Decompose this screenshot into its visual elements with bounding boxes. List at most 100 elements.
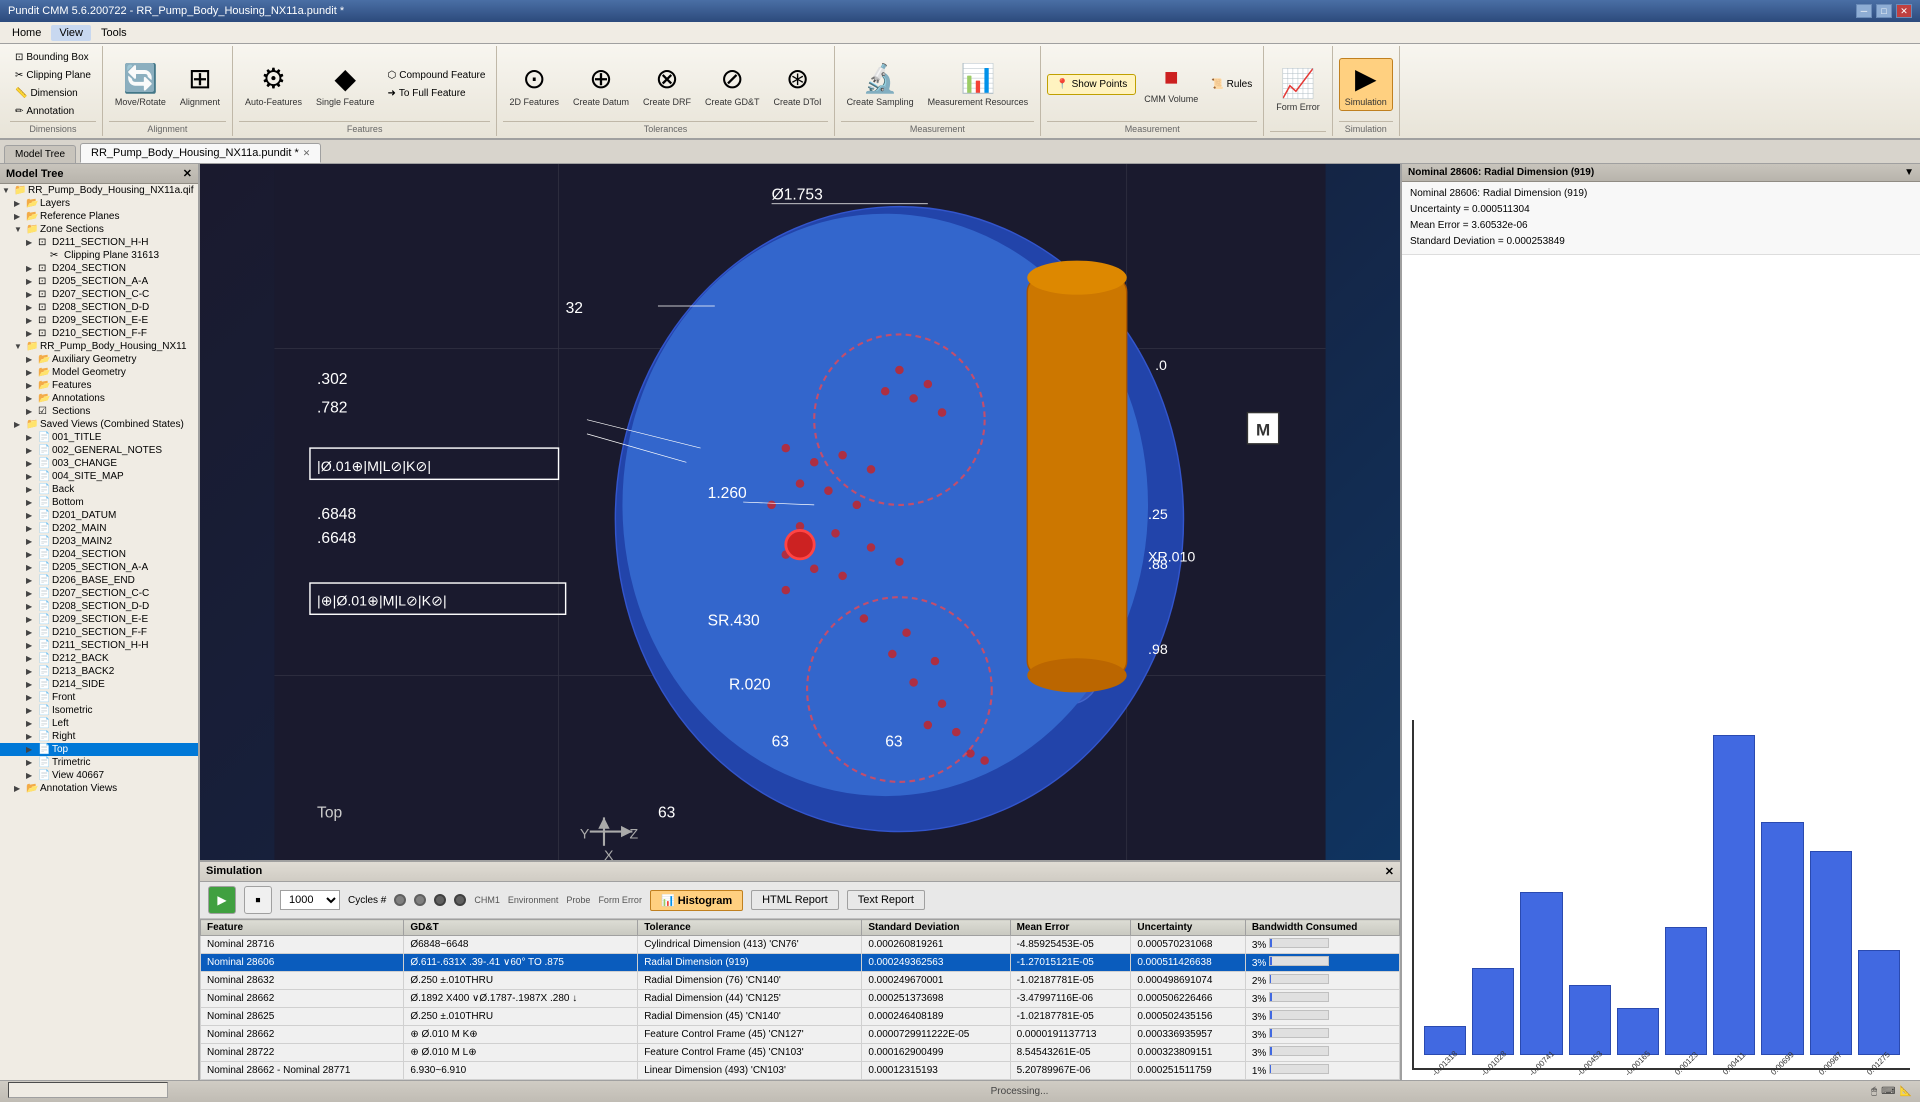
bounding-box-button[interactable]: ⊡ Bounding Box <box>10 49 96 66</box>
tree-item[interactable]: ✂Clipping Plane 31613 <box>0 249 198 262</box>
probe-indicator[interactable] <box>434 894 446 906</box>
tree-item[interactable]: ▶⊡D207_SECTION_C-C <box>0 288 198 301</box>
menu-view[interactable]: View <box>51 25 91 41</box>
to-full-feature-button[interactable]: ➜ To Full Feature <box>383 85 491 102</box>
histogram-bar[interactable] <box>1665 927 1707 1055</box>
table-row[interactable]: Nominal 28632Ø.250 ±.010THRURadial Dimen… <box>201 972 1400 990</box>
cmm-volume-button[interactable]: ■ CMM Volume <box>1138 60 1204 109</box>
window-controls[interactable]: ─ □ ✕ <box>1856 4 1912 18</box>
simulation-button[interactable]: ▶ Simulation <box>1339 58 1393 112</box>
tree-item[interactable]: ▶⊡D210_SECTION_F-F <box>0 327 198 340</box>
form-error-indicator[interactable] <box>454 894 466 906</box>
tree-item[interactable]: ▶📂Layers <box>0 197 198 210</box>
tree-item[interactable]: ▶⊡D204_SECTION <box>0 262 198 275</box>
histogram-bar[interactable] <box>1713 735 1755 1055</box>
tree-item[interactable]: ▶📂Annotations <box>0 392 198 405</box>
html-report-tab[interactable]: HTML Report <box>751 890 839 910</box>
tree-item[interactable]: ▶⊡D205_SECTION_A-A <box>0 275 198 288</box>
single-feature-button[interactable]: ◆ Single Feature <box>310 58 381 112</box>
environment-indicator[interactable] <box>414 894 426 906</box>
tree-item[interactable]: ▶📄D206_BASE_END <box>0 574 198 587</box>
tree-item[interactable]: ▶📄D213_BACK2 <box>0 665 198 678</box>
histogram-tab[interactable]: 📊 Histogram <box>650 890 743 911</box>
table-row[interactable]: Nominal 28662Ø.1892 X400 ∨Ø.1787-.1987X … <box>201 990 1400 1008</box>
tree-item[interactable]: ▶📁Saved Views (Combined States) <box>0 418 198 431</box>
tree-item[interactable]: ▼📁Zone Sections <box>0 223 198 236</box>
tree-item[interactable]: ▼📁RR_Pump_Body_Housing_NX11 <box>0 340 198 353</box>
chart-expand[interactable]: ▼ <box>1904 167 1914 178</box>
sim-cycles-input[interactable]: 1000 500 2000 <box>280 890 340 910</box>
tree-item[interactable]: ▶📄Left <box>0 717 198 730</box>
histogram-bar[interactable] <box>1424 1026 1466 1055</box>
tree-item[interactable]: ▶⊡D209_SECTION_E-E <box>0 314 198 327</box>
tree-item[interactable]: ▶📄D211_SECTION_H-H <box>0 639 198 652</box>
move-rotate-button[interactable]: 🔄 Move/Rotate <box>109 58 172 112</box>
simulation-close[interactable]: ✕ <box>1385 865 1394 878</box>
rules-button[interactable]: 📜 Rules <box>1206 76 1257 93</box>
tree-item[interactable]: ▶📄D208_SECTION_D-D <box>0 600 198 613</box>
histogram-bar[interactable] <box>1761 822 1803 1055</box>
clipping-plane-button[interactable]: ✂ Clipping Plane <box>10 67 96 84</box>
tree-item[interactable]: ▶📄D203_MAIN2 <box>0 535 198 548</box>
tree-item[interactable]: ▶📄Front <box>0 691 198 704</box>
create-sampling-button[interactable]: 🔬 Create Sampling <box>841 58 920 112</box>
close-button[interactable]: ✕ <box>1896 4 1912 18</box>
tree-item[interactable]: ▶📄D214_SIDE <box>0 678 198 691</box>
2d-features-button[interactable]: ⊙ 2D Features <box>503 58 565 112</box>
tree-item[interactable]: ▶⊡D208_SECTION_D-D <box>0 301 198 314</box>
create-dtoi-button[interactable]: ⊛ Create DToI <box>768 58 828 112</box>
tree-item[interactable]: ▶📂Auxiliary Geometry <box>0 353 198 366</box>
chm1-indicator[interactable] <box>394 894 406 906</box>
table-row[interactable]: Nominal 28662⊕ Ø.010 M K⊕Feature Control… <box>201 1026 1400 1044</box>
auto-features-button[interactable]: ⚙ Auto-Features <box>239 58 308 112</box>
sim-stop-button[interactable]: ⏹ <box>244 886 272 914</box>
measurement-resources-button[interactable]: 📊 Measurement Resources <box>922 58 1035 112</box>
tree-item[interactable]: ▶📄D205_SECTION_A-A <box>0 561 198 574</box>
table-row[interactable]: Nominal 28606Ø.611-.631X .39-.41 ∨60° TO… <box>201 954 1400 972</box>
histogram-bar[interactable] <box>1520 892 1562 1055</box>
menu-tools[interactable]: Tools <box>93 25 135 41</box>
model-tree-close[interactable]: ✕ <box>183 167 192 180</box>
tab-close-button[interactable]: ✕ <box>303 148 311 159</box>
tree-item[interactable]: ▶📄Right <box>0 730 198 743</box>
tree-item[interactable]: ▶📄003_CHANGE <box>0 457 198 470</box>
menu-home[interactable]: Home <box>4 25 49 41</box>
tree-item[interactable]: ▶📄Bottom <box>0 496 198 509</box>
tree-item[interactable]: ▶📄Trimetric <box>0 756 198 769</box>
tree-item[interactable]: ▼📁RR_Pump_Body_Housing_NX11a.qif <box>0 184 198 197</box>
viewport[interactable]: M Ø1.753 32 |Ø.01⊕|M|L⊘|K⊘| .6848 .6648 … <box>200 164 1400 860</box>
tree-item[interactable]: ▶📄001_TITLE <box>0 431 198 444</box>
tree-item[interactable]: ▶📄Back <box>0 483 198 496</box>
dimension-button[interactable]: 📏 Dimension <box>10 85 96 102</box>
table-row[interactable]: Nominal 28662 - Nominal 287716.930~6.910… <box>201 1062 1400 1080</box>
tree-item[interactable]: ▶📂Features <box>0 379 198 392</box>
tree-item[interactable]: ▶📄D201_DATUM <box>0 509 198 522</box>
histogram-bar[interactable] <box>1858 950 1900 1055</box>
tree-item[interactable]: ▶📂Reference Planes <box>0 210 198 223</box>
tree-item[interactable]: ▶📄D204_SECTION <box>0 548 198 561</box>
table-row[interactable]: Nominal 28722⊕ Ø.010 M L⊕Feature Control… <box>201 1044 1400 1062</box>
tree-item[interactable]: ▶📄View 40667 <box>0 769 198 782</box>
tree-item[interactable]: ▶☑Sections <box>0 405 198 418</box>
main-tab[interactable]: RR_Pump_Body_Housing_NX11a.pundit * ✕ <box>80 143 321 163</box>
tree-item[interactable]: ▶📄D212_BACK <box>0 652 198 665</box>
tree-item[interactable]: ▶📄D209_SECTION_E-E <box>0 613 198 626</box>
maximize-button[interactable]: □ <box>1876 4 1892 18</box>
tree-item[interactable]: ▶📂Annotation Views <box>0 782 198 795</box>
show-points-button[interactable]: 📍 Show Points <box>1047 74 1136 95</box>
form-error-button[interactable]: 📈 Form Error <box>1270 63 1326 117</box>
tree-item[interactable]: ▶📄D210_SECTION_F-F <box>0 626 198 639</box>
minimize-button[interactable]: ─ <box>1856 4 1872 18</box>
create-gdt-button[interactable]: ⊘ Create GD&T <box>699 58 766 112</box>
sim-play-button[interactable]: ▶ <box>208 886 236 914</box>
text-report-tab[interactable]: Text Report <box>847 890 925 910</box>
tree-item[interactable]: ▶📄Isometric <box>0 704 198 717</box>
histogram-bar[interactable] <box>1617 1008 1659 1055</box>
tree-item[interactable]: ▶📄004_SITE_MAP <box>0 470 198 483</box>
tree-item[interactable]: ▶📄002_GENERAL_NOTES <box>0 444 198 457</box>
create-datum-button[interactable]: ⊕ Create Datum <box>567 58 635 112</box>
create-drf-button[interactable]: ⊗ Create DRF <box>637 58 697 112</box>
table-row[interactable]: Nominal 28625Ø.250 ±.010THRURadial Dimen… <box>201 1008 1400 1026</box>
histogram-bar[interactable] <box>1810 851 1852 1055</box>
alignment-button[interactable]: ⊞ Alignment <box>174 58 226 112</box>
